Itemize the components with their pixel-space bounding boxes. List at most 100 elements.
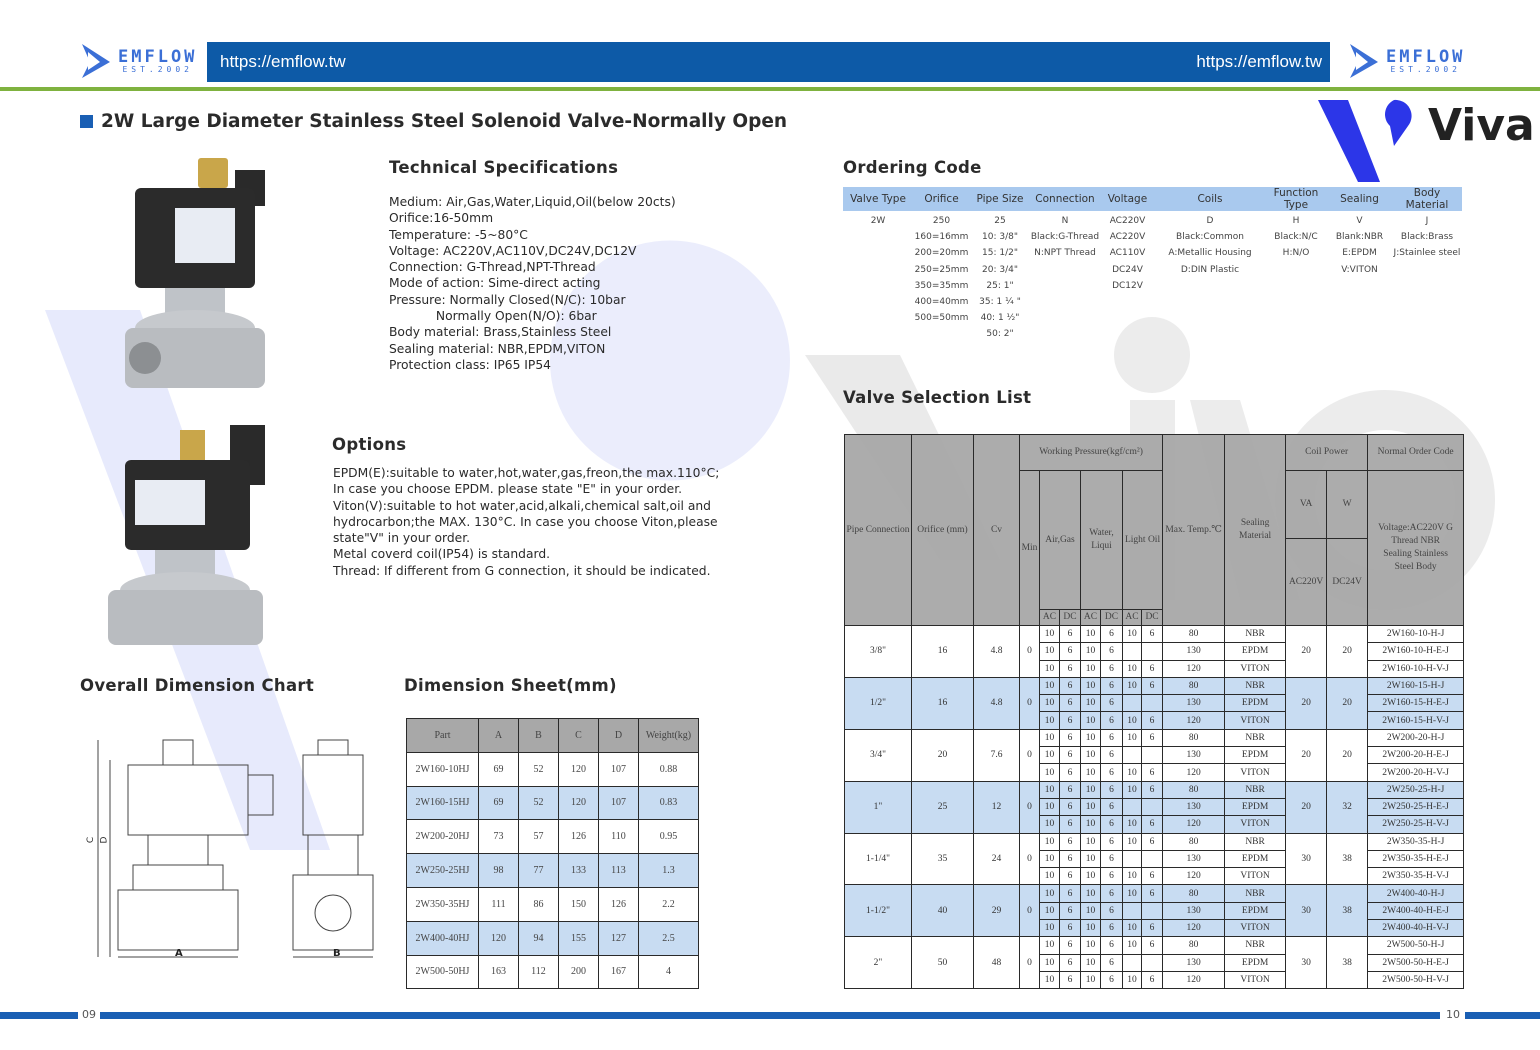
cell-pressure: 10 — [1122, 815, 1142, 834]
cell-pressure: 10 — [1122, 711, 1142, 730]
cell-w: 32 — [1326, 780, 1369, 834]
page-title-text: 2W Large Diameter Stainless Steel Soleno… — [101, 111, 788, 132]
dim-cell: 57 — [518, 819, 559, 855]
col-water: Water, Liqui — [1080, 470, 1123, 610]
ordering-value: J:Stainlee steel — [1393, 248, 1461, 259]
cell-seal: NBR — [1224, 936, 1287, 955]
dim-cell: 2W160-15HJ — [406, 785, 479, 821]
cell-pressure: 6 — [1059, 832, 1081, 851]
cell-min: 0 — [1019, 832, 1040, 886]
cell-pressure: 10 — [1039, 711, 1060, 730]
cell-pressure: 10 — [1039, 953, 1060, 972]
dim-label-b: B — [333, 948, 341, 959]
dim-cell: 120 — [558, 785, 599, 821]
options-list: EPDM(E):suitable to water,hot,water,gas,… — [333, 465, 719, 579]
option-line: state"V" in your order. — [333, 531, 471, 546]
ordering-value: V:VITON — [1341, 264, 1378, 275]
cell-order-code: 2W160-10-H-J — [1367, 624, 1465, 644]
cell-pressure: 6 — [1100, 763, 1123, 782]
cell-pressure: 10 — [1080, 676, 1101, 696]
table-row: 2W200-20HJ 73 57 126 110 0.95 — [406, 819, 699, 855]
cell-seal: NBR — [1224, 780, 1287, 799]
ordering-col-header: Sealing — [1327, 187, 1392, 211]
cell-pipe: 3/4" — [844, 728, 912, 782]
dim-col-header: A — [478, 718, 519, 753]
ordering-col-values: 25 10: 3/8" 15: 1/2" 20: 3/4" 25: 1" 35: 1 ¼ … — [970, 211, 1030, 343]
cell-orifice: 16 — [911, 676, 974, 730]
cell-pressure: 6 — [1100, 694, 1123, 713]
cell-order-code: 2W250-25-H-E-J — [1367, 797, 1465, 817]
ordering-value: Black:Brass — [1400, 232, 1454, 243]
cell-pressure: 6 — [1100, 728, 1123, 748]
cell-order-code: 2W350-35-H-J — [1367, 832, 1465, 851]
cell-seal: VITON — [1224, 659, 1287, 678]
cell-seal: NBR — [1224, 728, 1287, 748]
cell-pressure: 6 — [1100, 711, 1123, 730]
cell-pressure: 6 — [1059, 867, 1081, 886]
cell-order-code: 2W500-50-H-J — [1367, 936, 1465, 955]
url-link-right[interactable]: https://emflow.tw — [1196, 52, 1322, 72]
dim-cell: 163 — [478, 954, 519, 990]
cell-pressure: 10 — [1122, 970, 1142, 990]
cell-pressure: 6 — [1140, 659, 1164, 678]
cell-temp: 130 — [1162, 746, 1226, 765]
cell-w: 20 — [1326, 728, 1369, 782]
footer-bar-left — [0, 1012, 78, 1019]
cell-w: 38 — [1326, 884, 1369, 938]
cell-pressure: 6 — [1059, 970, 1081, 990]
option-line: Viton(V):suitable to hot water,acid,alka… — [333, 498, 711, 513]
cell-pressure: 6 — [1100, 624, 1123, 644]
col-order-code: Normal Order Code — [1367, 434, 1465, 471]
emflow-logo-right: EMFLOW EST.2002 — [1348, 42, 1465, 80]
dim-cell: 0.83 — [638, 785, 699, 821]
footer-bar-right — [1465, 1012, 1540, 1019]
table-row: 2W400-40HJ 120 94 155 127 2.5 — [406, 920, 699, 956]
cell-pressure: 6 — [1059, 676, 1081, 696]
dim-cell: 2W250-25HJ — [406, 853, 479, 888]
cell-temp: 130 — [1162, 901, 1226, 921]
cell-order-code: 2W500-50-H-E-J — [1367, 953, 1465, 972]
emflow-arrow-icon — [82, 44, 110, 78]
col-dc24v: DC24V — [1326, 538, 1369, 626]
cell-pressure: 6 — [1100, 676, 1123, 696]
ordering-value: 15: 1/2" — [982, 248, 1018, 259]
dim-cell: 2W160-10HJ — [406, 751, 479, 787]
cell-pressure: 10 — [1039, 849, 1060, 869]
dim-cell: 120 — [478, 920, 519, 956]
spec-line: Pressure: Normally Closed(N/C): 10bar — [389, 292, 626, 307]
cell-pressure: 6 — [1140, 728, 1164, 748]
ordering-col-values: 2W — [843, 211, 913, 343]
cell-temp: 120 — [1162, 919, 1226, 938]
url-link-left[interactable]: https://emflow.tw — [220, 52, 346, 72]
cell-seal: VITON — [1224, 763, 1287, 782]
cell-pressure: 6 — [1100, 797, 1123, 817]
cell-pressure: 6 — [1059, 763, 1081, 782]
col-cv: Cv — [973, 434, 1020, 626]
cell-pressure: 6 — [1059, 728, 1081, 748]
ordering-col-values: D Black:Common A:Metallic Housing D:DIN Pla… — [1155, 211, 1265, 343]
cell-pressure: 6 — [1140, 676, 1164, 696]
cell-pressure: 6 — [1100, 815, 1123, 834]
cell-pressure: 10 — [1080, 711, 1101, 730]
cell-pressure: 10 — [1039, 884, 1060, 903]
cell-min: 0 — [1019, 936, 1040, 990]
col-orifice: Orifice (mm) — [911, 434, 974, 626]
cell-pressure: 10 — [1080, 694, 1101, 713]
cell-pressure: 10 — [1039, 659, 1060, 678]
spec-line: Orifice:16-50mm — [389, 211, 494, 226]
ordering-value: H — [1292, 216, 1300, 226]
cell-seal: NBR — [1224, 624, 1287, 644]
cell-cv: 48 — [973, 936, 1020, 990]
table-row: 1" 25 12 0 10 6 10 6 10 6 80 NBR 20 32 2W250-25-H-J — [844, 780, 1465, 834]
dimension-chart-heading: Overall Dimension Chart — [80, 676, 315, 695]
dim-cell: 133 — [558, 853, 599, 888]
cell-pressure: 6 — [1059, 746, 1081, 765]
cell-seal: NBR — [1224, 884, 1287, 903]
dim-cell: 86 — [518, 886, 559, 922]
cell-temp: 120 — [1162, 970, 1226, 990]
cell-pressure: 10 — [1122, 936, 1142, 955]
cell-pressure: 10 — [1080, 884, 1101, 903]
cell-seal: VITON — [1224, 815, 1287, 834]
table-row: 3/8" 16 4.8 0 10 6 10 6 10 6 80 NBR 20 20 2W160-10-H-J — [844, 624, 1465, 678]
cell-pressure: 6 — [1059, 849, 1081, 869]
